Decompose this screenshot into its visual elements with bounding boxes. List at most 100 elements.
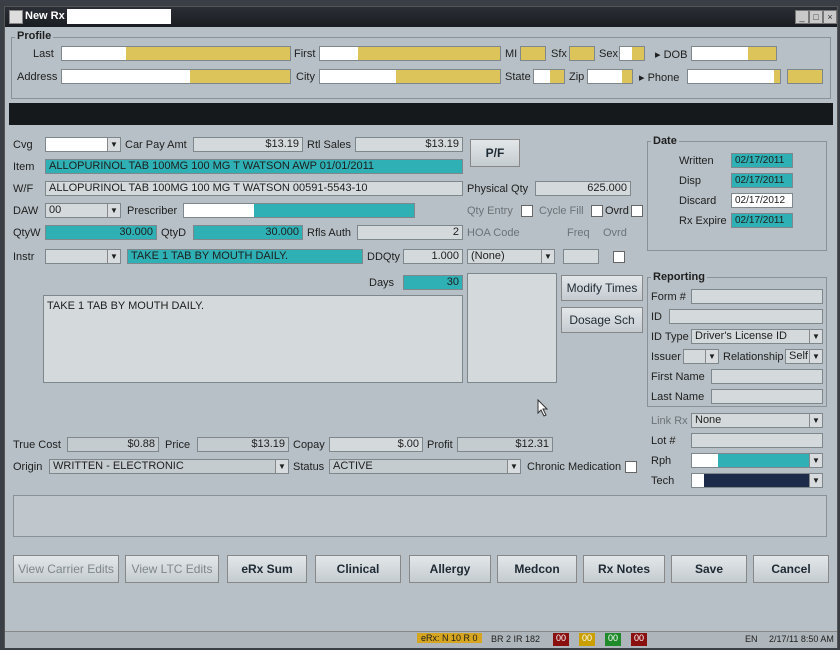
address-field[interactable] xyxy=(61,69,291,84)
erx-status: eRx: N 10 R 0 xyxy=(417,633,482,643)
origin-value: WRITTEN - ELECTRONIC xyxy=(53,460,184,472)
form-number-field[interactable] xyxy=(691,289,823,304)
relationship-select[interactable]: Self ▼ xyxy=(785,349,823,364)
mi-field[interactable] xyxy=(520,46,546,61)
mi-label: MI xyxy=(505,48,518,60)
ovrd-checkbox[interactable] xyxy=(631,205,643,217)
hoa-times-list[interactable] xyxy=(467,273,557,383)
reporting-last-name-field[interactable] xyxy=(711,389,823,404)
maximize-button[interactable]: □ xyxy=(809,10,823,24)
written-label: Written xyxy=(679,155,714,167)
qtyw-label: QtyW xyxy=(13,227,41,239)
relationship-label: Relationship xyxy=(723,351,784,363)
car-pay-amt-field[interactable]: $13.19 xyxy=(193,137,303,152)
lot-number-field[interactable] xyxy=(691,433,823,448)
dob-label: ▸ DOB xyxy=(655,49,688,61)
sfx-field[interactable] xyxy=(569,46,595,61)
state-field[interactable] xyxy=(533,69,565,84)
save-button[interactable]: Save xyxy=(671,555,747,583)
qtyd-field[interactable]: 30.000 xyxy=(193,225,303,240)
days-label: Days xyxy=(369,277,395,289)
clinical-button[interactable]: Clinical xyxy=(315,555,401,583)
minimize-button[interactable]: _ xyxy=(795,10,809,24)
qtyw-field[interactable]: 30.000 xyxy=(45,225,157,240)
view-carrier-edits-button[interactable]: View Carrier Edits xyxy=(13,555,119,583)
id-field[interactable] xyxy=(669,309,823,324)
allergy-button[interactable]: Allergy xyxy=(409,555,491,583)
ddqty-field[interactable]: 1.000 xyxy=(403,249,463,264)
days-field[interactable]: 30 xyxy=(403,275,463,290)
cvg-select[interactable]: ▼ xyxy=(45,137,121,152)
city-field[interactable] xyxy=(319,69,501,84)
status-select[interactable]: ACTIVE ▼ xyxy=(329,459,521,474)
ovrd2-checkbox[interactable] xyxy=(613,251,625,263)
link-rx-select[interactable]: None ▼ xyxy=(691,413,823,428)
rph-label: Rph xyxy=(651,455,672,467)
medcon-button[interactable]: Medcon xyxy=(497,555,577,583)
last-name-field[interactable] xyxy=(61,46,291,61)
ovrd-label: Ovrd xyxy=(605,205,629,217)
rtl-sales-field[interactable]: $13.19 xyxy=(355,137,463,152)
zip-field[interactable] xyxy=(587,69,633,84)
chevron-down-icon: ▼ xyxy=(507,460,520,473)
price-label: Price xyxy=(165,439,191,451)
prescriber-field[interactable] xyxy=(183,203,415,218)
rph-select[interactable]: ▼ xyxy=(691,453,823,468)
discard-date-field[interactable]: 02/17/2012 xyxy=(731,193,793,208)
dosage-sch-button[interactable]: Dosage Sch xyxy=(561,307,643,333)
physical-qty-field[interactable]: 625.000 xyxy=(535,181,631,196)
qtyd-label: QtyD xyxy=(161,227,187,239)
reporting-first-name-field[interactable] xyxy=(711,369,823,384)
copay-field[interactable]: $.00 xyxy=(329,437,423,452)
chronic-medication-checkbox[interactable] xyxy=(625,461,637,473)
id-type-select[interactable]: Driver's License ID ▼ xyxy=(691,329,823,344)
chevron-down-icon: ▼ xyxy=(809,454,822,467)
dob-field[interactable] xyxy=(691,46,777,61)
instruction-text-area[interactable]: TAKE 1 TAB BY MOUTH DAILY. xyxy=(43,295,463,383)
sex-label: Sex xyxy=(599,48,618,60)
origin-select[interactable]: WRITTEN - ELECTRONIC ▼ xyxy=(49,459,289,474)
rx-expire-date-field[interactable]: 02/17/2011 xyxy=(731,213,793,228)
car-pay-amt-label: Car Pay Amt xyxy=(125,139,187,151)
instr-code-field[interactable]: TAKE 1 TAB BY MOUTH DAILY. xyxy=(127,249,363,264)
modify-times-button[interactable]: Modify Times xyxy=(561,275,643,301)
cancel-button[interactable]: Cancel xyxy=(753,555,829,583)
tech-label: Tech xyxy=(651,475,675,487)
sex-field[interactable] xyxy=(619,46,645,61)
true-cost-field[interactable]: $0.88 xyxy=(67,437,159,452)
daw-select[interactable]: 00 ▼ xyxy=(45,203,121,218)
price-field[interactable]: $13.19 xyxy=(197,437,289,452)
counter-green: 00 xyxy=(605,633,622,646)
item-field[interactable]: ALLOPURINOL TAB 100MG 100 MG T WATSON AW… xyxy=(45,159,463,174)
state-label: State xyxy=(505,71,531,83)
copay-label: Copay xyxy=(293,439,325,451)
first-name-field[interactable] xyxy=(319,46,501,61)
hoa-code-select[interactable]: (None) ▼ xyxy=(467,249,555,264)
view-ltc-edits-button[interactable]: View LTC Edits xyxy=(125,555,219,583)
wf-field[interactable]: ALLOPURINOL TAB 100MG 100 MG T WATSON 00… xyxy=(45,181,463,196)
zip-label: Zip xyxy=(569,71,585,83)
rfls-auth-field[interactable]: 2 xyxy=(357,225,463,240)
phone-field[interactable] xyxy=(687,69,781,84)
close-button[interactable]: × xyxy=(823,10,837,24)
erx-sum-button[interactable]: eRx Sum xyxy=(227,555,307,583)
counter-red-value: 00 xyxy=(556,633,567,643)
tech-select[interactable]: ▼ xyxy=(691,473,823,488)
rfls-auth-label: Rfls Auth xyxy=(307,227,352,239)
qty-entry-checkbox[interactable] xyxy=(521,205,533,217)
id-type-label: ID Type xyxy=(651,331,689,343)
written-date-field[interactable]: 02/17/2011 xyxy=(731,153,793,168)
rx-notes-button[interactable]: Rx Notes xyxy=(583,555,665,583)
cycle-fill-checkbox[interactable] xyxy=(591,205,603,217)
pf-button[interactable]: P/F xyxy=(470,139,520,167)
sfx-label: Sfx xyxy=(551,48,567,60)
freq-field[interactable] xyxy=(563,249,599,264)
profit-field[interactable]: $12.31 xyxy=(457,437,553,452)
issuer-select[interactable]: ▼ xyxy=(683,349,719,364)
disp-date-field[interactable]: 02/17/2011 xyxy=(731,173,793,188)
daw-label: DAW xyxy=(13,205,39,217)
instr-select[interactable]: ▼ xyxy=(45,249,121,264)
counter-red: 00 xyxy=(553,633,570,646)
phone-ext-field[interactable] xyxy=(787,69,823,84)
city-label: City xyxy=(296,71,315,83)
